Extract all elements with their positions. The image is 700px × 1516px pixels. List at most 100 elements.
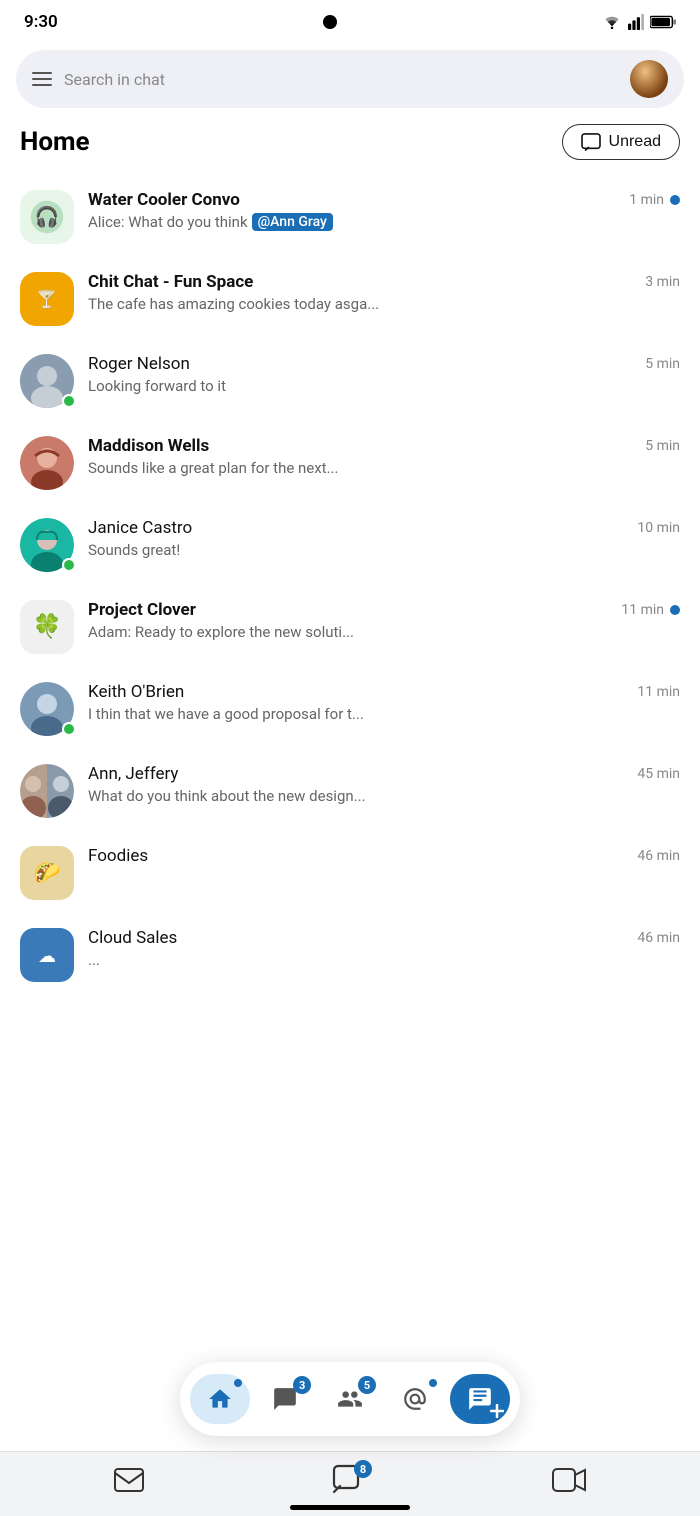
chat-avatar-janice <box>20 518 74 572</box>
home-header: Home Unread <box>0 124 700 176</box>
nav-home[interactable] <box>190 1374 250 1424</box>
chat-time: 1 min <box>629 192 680 208</box>
chat-preview: The cafe has amazing cookies today asga.… <box>88 295 680 313</box>
chat-avatar-cloud-sales: ☁ <box>20 928 74 982</box>
home-indicator <box>290 1505 410 1510</box>
chat-preview: Looking forward to it <box>88 377 680 395</box>
chat-item-keith-obrien[interactable]: Keith O'Brien 11 min I thin that we have… <box>0 668 700 750</box>
floating-nav: 3 5 <box>180 1362 520 1436</box>
people-badge: 5 <box>358 1376 376 1394</box>
chat-list: 🎧 Water Cooler Convo 1 min Alice: What d… <box>0 176 700 996</box>
svg-text:🌮: 🌮 <box>34 861 61 886</box>
chat-content-water-cooler: Water Cooler Convo 1 min Alice: What do … <box>88 190 680 231</box>
chat-preview: ... <box>88 951 680 969</box>
chat-avatar-roger-nelson <box>20 354 74 408</box>
chat-name: Ann, Jeffery <box>88 764 629 784</box>
chat-content-maddison: Maddison Wells 5 min Sounds like a great… <box>88 436 680 477</box>
chat-avatar-water-cooler: 🎧 <box>20 190 74 244</box>
chat-name: Foodies <box>88 846 629 866</box>
chat-time: 10 min <box>637 520 680 536</box>
mention-nav-dot <box>429 1379 437 1387</box>
chat-name: Cloud Sales <box>88 928 629 948</box>
unread-label: Unread <box>609 133 661 151</box>
nav-mention[interactable] <box>385 1374 445 1424</box>
chat-content-ann-jeffery: Ann, Jeffery 45 min What do you think ab… <box>88 764 680 805</box>
chat-preview: What do you think about the new design..… <box>88 787 680 805</box>
nav-people[interactable]: 5 <box>320 1374 380 1424</box>
signal-icon <box>628 14 644 30</box>
svg-text:🍸: 🍸 <box>36 289 57 310</box>
chat-time: 5 min <box>645 438 680 454</box>
chat-item-maddison-wells[interactable]: Maddison Wells 5 min Sounds like a great… <box>0 422 700 504</box>
chat-preview: I thin that we have a good proposal for … <box>88 705 680 723</box>
unread-dot <box>670 605 680 615</box>
chat-filter-icon <box>581 133 601 151</box>
status-bar: 9:30 <box>0 0 700 40</box>
user-avatar[interactable] <box>630 60 668 98</box>
chat-item-project-clover[interactable]: 🍀 Project Clover 11 min Adam: Ready to e… <box>0 586 700 668</box>
chat-item-foodies[interactable]: 🌮 Foodies 46 min <box>0 832 700 914</box>
nav-chat[interactable]: 3 <box>255 1374 315 1424</box>
chat-item-roger-nelson[interactable]: Roger Nelson 5 min Looking forward to it <box>0 340 700 422</box>
chat-item-cloud-sales[interactable]: ☁ Cloud Sales 46 min ... <box>0 914 700 996</box>
camera-pill <box>323 15 337 29</box>
page-title: Home <box>20 127 90 157</box>
search-bar[interactable]: Search in chat <box>16 50 684 108</box>
chat-badge: 3 <box>293 1376 311 1394</box>
chat-time: 45 min <box>637 766 680 782</box>
chat-preview: Sounds great! <box>88 541 680 559</box>
chat-item-ann-jeffery[interactable]: Ann, Jeffery 45 min What do you think ab… <box>0 750 700 832</box>
chat-preview: Sounds like a great plan for the next... <box>88 459 680 477</box>
chat-content-chit-chat: Chit Chat - Fun Space 3 min The cafe has… <box>88 272 680 313</box>
home-nav-dot <box>234 1379 242 1387</box>
chat-preview: Alice: What do you think @Ann Gray <box>88 213 680 231</box>
svg-text:☁: ☁ <box>38 946 56 967</box>
chat-name: Janice Castro <box>88 518 629 538</box>
unread-button[interactable]: Unread <box>562 124 680 160</box>
chat-avatar-keith <box>20 682 74 736</box>
bottom-chat-flag[interactable]: 8 <box>332 1464 364 1496</box>
chat-name: Maddison Wells <box>88 436 637 456</box>
chat-time: 46 min <box>637 930 680 946</box>
online-indicator <box>62 722 76 736</box>
chat-item-water-cooler[interactable]: 🎧 Water Cooler Convo 1 min Alice: What d… <box>0 176 700 258</box>
chat-name: Water Cooler Convo <box>88 190 621 210</box>
nav-compose[interactable] <box>450 1374 510 1424</box>
search-placeholder: Search in chat <box>64 70 618 89</box>
chat-avatar-clover: 🍀 <box>20 600 74 654</box>
chat-time: 5 min <box>645 356 680 372</box>
chat-content-keith: Keith O'Brien 11 min I thin that we have… <box>88 682 680 723</box>
chat-name: Chit Chat - Fun Space <box>88 272 637 292</box>
mention-tag: @Ann Gray <box>252 213 333 231</box>
chat-content-janice: Janice Castro 10 min Sounds great! <box>88 518 680 559</box>
chat-avatar-maddison <box>20 436 74 490</box>
battery-icon <box>650 15 676 29</box>
chat-time: 3 min <box>645 274 680 290</box>
status-time: 9:30 <box>24 12 58 32</box>
svg-text:🎧: 🎧 <box>35 205 60 228</box>
bottom-video[interactable] <box>552 1468 586 1492</box>
chat-name: Roger Nelson <box>88 354 637 374</box>
svg-text:🍀: 🍀 <box>32 612 61 640</box>
chat-content-clover: Project Clover 11 min Adam: Ready to exp… <box>88 600 680 641</box>
chat-item-chit-chat[interactable]: 🍸 Chit Chat - Fun Space 3 min The cafe h… <box>0 258 700 340</box>
online-indicator <box>62 394 76 408</box>
chat-avatar-chit-chat: 🍸 <box>20 272 74 326</box>
wifi-icon <box>602 14 622 30</box>
menu-icon[interactable] <box>32 72 52 86</box>
chat-avatar-ann-jeffery <box>20 764 74 818</box>
chat-content-cloud-sales: Cloud Sales 46 min ... <box>88 928 680 969</box>
chat-name: Project Clover <box>88 600 613 620</box>
unread-dot <box>670 195 680 205</box>
chat-time: 11 min <box>637 684 680 700</box>
chat-item-janice-castro[interactable]: Janice Castro 10 min Sounds great! <box>0 504 700 586</box>
chat-content-foodies: Foodies 46 min <box>88 846 680 869</box>
chat-preview: Adam: Ready to explore the new soluti... <box>88 623 680 641</box>
chat-time: 11 min <box>621 602 680 618</box>
status-icons <box>602 14 676 30</box>
chat-content-roger: Roger Nelson 5 min Looking forward to it <box>88 354 680 395</box>
chat-name: Keith O'Brien <box>88 682 629 702</box>
bottom-mail[interactable] <box>114 1468 144 1492</box>
chat-time: 46 min <box>637 848 680 864</box>
bottom-chat-badge: 8 <box>354 1460 372 1478</box>
